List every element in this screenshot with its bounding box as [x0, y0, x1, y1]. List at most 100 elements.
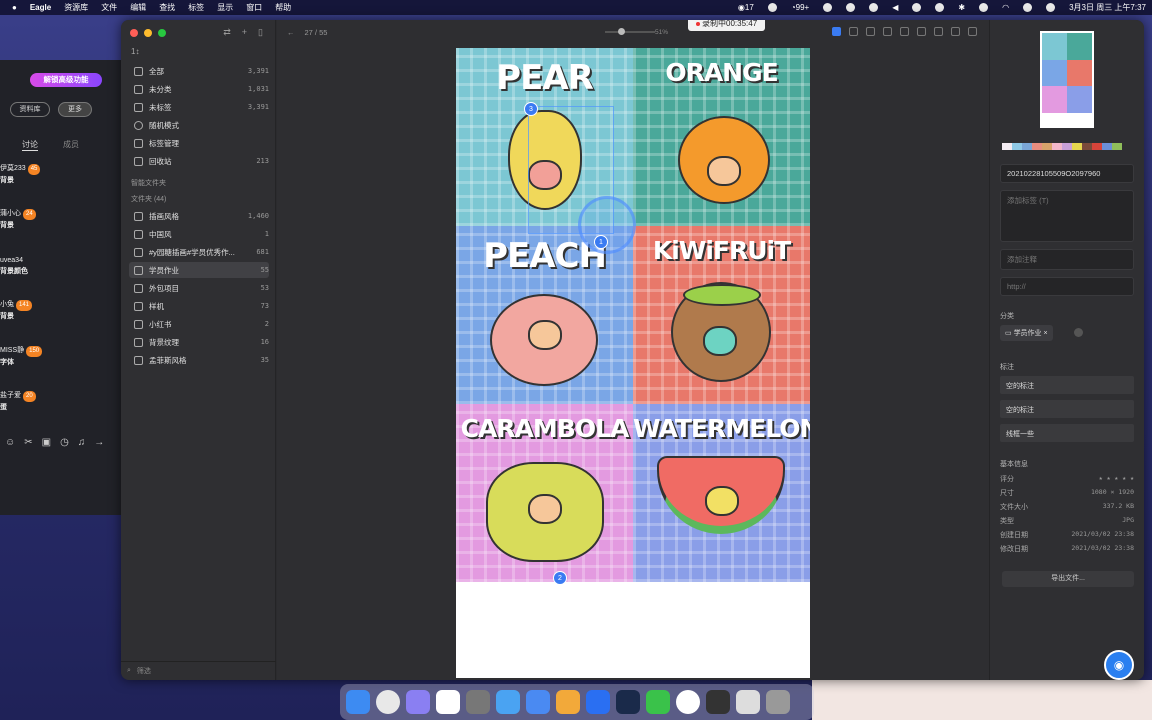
- annotation-item[interactable]: 空的标注: [1000, 376, 1134, 394]
- unlock-premium-banner[interactable]: 解锁高级功能: [30, 73, 102, 87]
- clock-icon[interactable]: ◷: [60, 437, 69, 448]
- nav-untagged[interactable]: 未标签 3,391: [129, 99, 269, 115]
- status-icon[interactable]: [935, 3, 945, 12]
- annotation-item[interactable]: 线框一些: [1000, 424, 1134, 442]
- close-button[interactable]: [130, 29, 138, 37]
- remove-icon[interactable]: ×: [1044, 330, 1048, 337]
- note-input[interactable]: 添加注释: [1000, 249, 1134, 270]
- nav-trash[interactable]: 回收站 213: [129, 153, 269, 169]
- chat-item[interactable]: 小兔 141 背景: [0, 299, 33, 322]
- finder-icon[interactable]: [346, 690, 370, 714]
- color-swatch[interactable]: [1042, 143, 1052, 150]
- color-swatch[interactable]: [1062, 143, 1072, 150]
- zoom-slider[interactable]: [605, 28, 655, 35]
- status-icon[interactable]: [912, 3, 922, 12]
- image-thumbnail[interactable]: [1040, 31, 1094, 128]
- back-arrow-icon[interactable]: ←: [287, 28, 295, 37]
- info-rating[interactable]: 评分 ★ ★ ★ ★ ★: [1000, 474, 1134, 484]
- nav-random[interactable]: 随机模式: [129, 117, 269, 133]
- color-swatch[interactable]: [1032, 143, 1042, 150]
- image-icon[interactable]: ▣: [42, 437, 51, 448]
- menu-help[interactable]: 帮助: [275, 2, 291, 13]
- feishu-icon[interactable]: [526, 690, 550, 714]
- nav-tag-manager[interactable]: 标签管理: [129, 135, 269, 151]
- chat-bubble-button[interactable]: ◉: [1104, 650, 1134, 680]
- volume-icon[interactable]: ◀: [892, 3, 898, 12]
- chat-item[interactable]: MISS静 150 字体: [0, 345, 43, 368]
- menu-eagle[interactable]: Eagle: [30, 3, 51, 12]
- folder-item[interactable]: 中国风 1: [129, 226, 269, 242]
- status-icon[interactable]: [846, 3, 856, 12]
- menu-edit[interactable]: 编辑: [130, 2, 146, 13]
- status-icon[interactable]: [823, 3, 833, 12]
- smart-folders-header[interactable]: 智能文件夹: [131, 178, 166, 188]
- color-swatch[interactable]: [1102, 143, 1112, 150]
- status-icon[interactable]: [979, 3, 989, 12]
- chat-item[interactable]: 蒲小心 24 背景: [0, 208, 36, 231]
- menu-view[interactable]: 显示: [217, 2, 233, 13]
- tag-input[interactable]: 添加标签 (T): [1000, 190, 1134, 242]
- folder-item[interactable]: 孟菲斯风格 35: [129, 352, 269, 368]
- folder-item[interactable]: 外包项目 53: [129, 280, 269, 296]
- appstore-icon[interactable]: [496, 690, 520, 714]
- menu-file[interactable]: 文件: [101, 2, 117, 13]
- color-swatch[interactable]: [1002, 143, 1012, 150]
- folder-item-selected[interactable]: 学员作业 55: [129, 262, 269, 278]
- folder-item[interactable]: 插画风格 1,460: [129, 208, 269, 224]
- nav-uncategorized[interactable]: 未分类 1,031: [129, 81, 269, 97]
- annotate-icon[interactable]: [832, 27, 841, 36]
- launchpad-icon[interactable]: [406, 690, 430, 714]
- wechat-icon[interactable]: ◔99+: [791, 3, 809, 12]
- status-icon[interactable]: [767, 3, 777, 12]
- wifi-icon[interactable]: ◠: [1002, 3, 1009, 12]
- next-icon[interactable]: [968, 27, 977, 36]
- photoshop-icon[interactable]: [616, 690, 640, 714]
- crop-icon[interactable]: [849, 27, 858, 36]
- sort-control[interactable]: 1↕: [131, 47, 139, 56]
- scissors-icon[interactable]: ✂: [24, 437, 32, 448]
- annotation-marker-2[interactable]: 2: [553, 571, 567, 585]
- more-pill[interactable]: 更多: [58, 102, 92, 117]
- color-swatch[interactable]: [1022, 143, 1032, 150]
- add-category-icon[interactable]: [1074, 328, 1083, 337]
- chat-item[interactable]: uvea34 背景颜色: [0, 255, 28, 277]
- tab-discussion[interactable]: 讨论: [22, 139, 38, 151]
- export-button[interactable]: 导出文件...: [1002, 571, 1134, 587]
- annotation-marker-1[interactable]: 1: [594, 235, 608, 249]
- filter-input[interactable]: 筛选: [137, 666, 151, 676]
- battery-icon[interactable]: [1023, 3, 1033, 12]
- menu-library[interactable]: 资源库: [64, 2, 88, 13]
- filename-field[interactable]: 20210228105509O2097960: [1000, 164, 1134, 183]
- chat-item[interactable]: 伊莫233 45 背景: [0, 163, 41, 186]
- settings-icon[interactable]: [466, 690, 490, 714]
- bluetooth-icon[interactable]: ✱: [958, 3, 965, 12]
- control-center-icon[interactable]: [1046, 3, 1056, 12]
- calendar-icon[interactable]: [436, 690, 460, 714]
- rotate-icon[interactable]: [900, 27, 909, 36]
- minimize-button[interactable]: [144, 29, 152, 37]
- folder-item[interactable]: 背景纹理 16: [129, 334, 269, 350]
- c-status-icon[interactable]: ◉17: [738, 3, 754, 12]
- category-chip[interactable]: ▭ 学员作业 ×: [1000, 325, 1053, 341]
- wechat-dock-icon[interactable]: [646, 690, 670, 714]
- apple-icon[interactable]: ●: [12, 3, 17, 12]
- arrow-icon[interactable]: →: [94, 437, 104, 448]
- swap-icon[interactable]: ⇄: [223, 27, 231, 38]
- color-palette[interactable]: [1002, 143, 1122, 150]
- status-icon[interactable]: [869, 3, 879, 12]
- bell-icon[interactable]: ♫: [78, 437, 86, 448]
- color-swatch[interactable]: [1012, 143, 1022, 150]
- emoji-icon[interactable]: ☺: [5, 437, 15, 448]
- folder-item[interactable]: #y园糖插画#学员优秀作... 681: [129, 244, 269, 260]
- qq-icon[interactable]: [676, 690, 700, 714]
- menu-tags[interactable]: 标签: [188, 2, 204, 13]
- clock[interactable]: 3月3日 周三 上午7:37: [1069, 2, 1146, 13]
- menu-window[interactable]: 窗口: [246, 2, 262, 13]
- add-icon[interactable]: +: [242, 27, 247, 38]
- sketch-icon[interactable]: [556, 690, 580, 714]
- compare-icon[interactable]: [917, 27, 926, 36]
- annotation-marker-3[interactable]: 3: [524, 102, 538, 116]
- menu-find[interactable]: 查找: [159, 2, 175, 13]
- zoom-button[interactable]: [158, 29, 166, 37]
- color-swatch[interactable]: [1072, 143, 1082, 150]
